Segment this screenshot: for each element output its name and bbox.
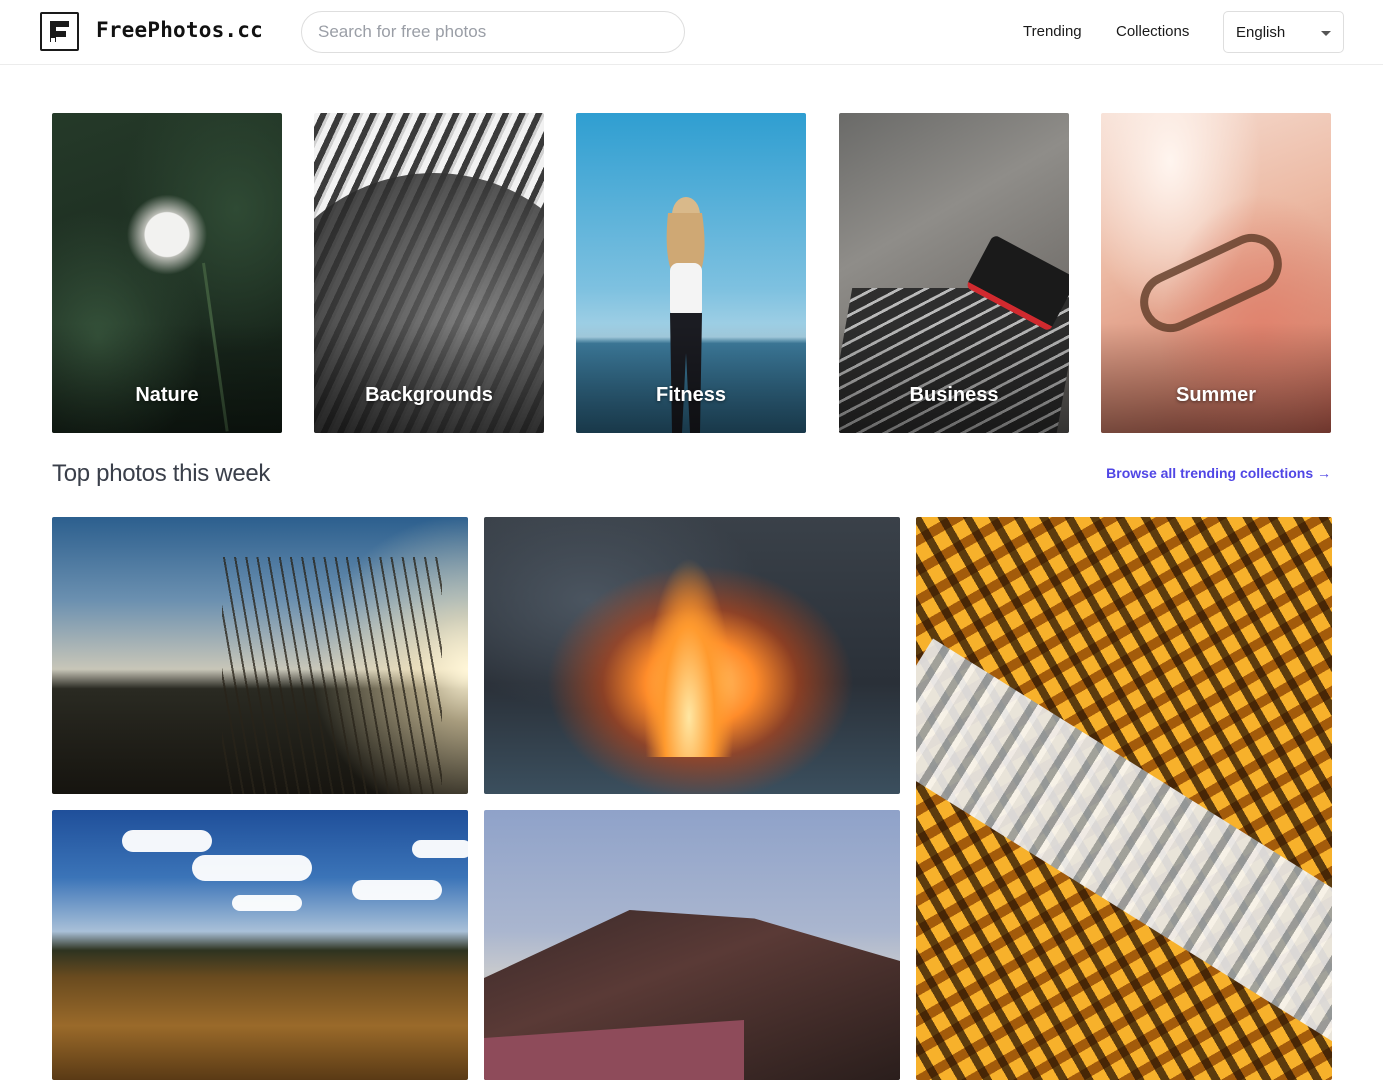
language-select[interactable]: English <box>1223 11 1344 53</box>
category-card-summer[interactable]: Summer <box>1101 113 1331 433</box>
category-card-business[interactable]: Business <box>839 113 1069 433</box>
photo-card-fire[interactable] <box>484 517 900 794</box>
search-input[interactable] <box>301 11 685 53</box>
language-value: English <box>1236 24 1286 41</box>
photo-card-field[interactable] <box>52 810 468 1080</box>
category-card-fitness[interactable]: Fitness <box>576 113 806 433</box>
nav-collections-link[interactable]: Collections <box>1116 23 1189 40</box>
nav-trending-link[interactable]: Trending <box>1023 23 1082 40</box>
browse-trending-link[interactable]: Browse all trending collections → <box>1106 465 1331 481</box>
logo-icon[interactable] <box>40 12 79 51</box>
section-title: Top photos this week <box>52 460 271 487</box>
category-label: Fitness <box>655 384 727 406</box>
top-header: FreePhotos.cc Trending Collections Engli… <box>0 0 1383 65</box>
logo-text[interactable]: FreePhotos.cc <box>96 18 263 42</box>
category-label: Summer <box>1175 384 1257 406</box>
category-card-nature[interactable]: Nature <box>52 113 282 433</box>
photo-card-grill[interactable] <box>916 517 1332 1080</box>
category-card-backgrounds[interactable]: Backgrounds <box>314 113 544 433</box>
photo-card-grass[interactable] <box>52 517 468 794</box>
chevron-down-icon <box>1321 31 1331 36</box>
category-label: Nature <box>135 384 199 406</box>
photo-card-car[interactable] <box>484 810 900 1080</box>
category-label: Backgrounds <box>365 384 493 406</box>
category-label: Business <box>909 384 999 406</box>
